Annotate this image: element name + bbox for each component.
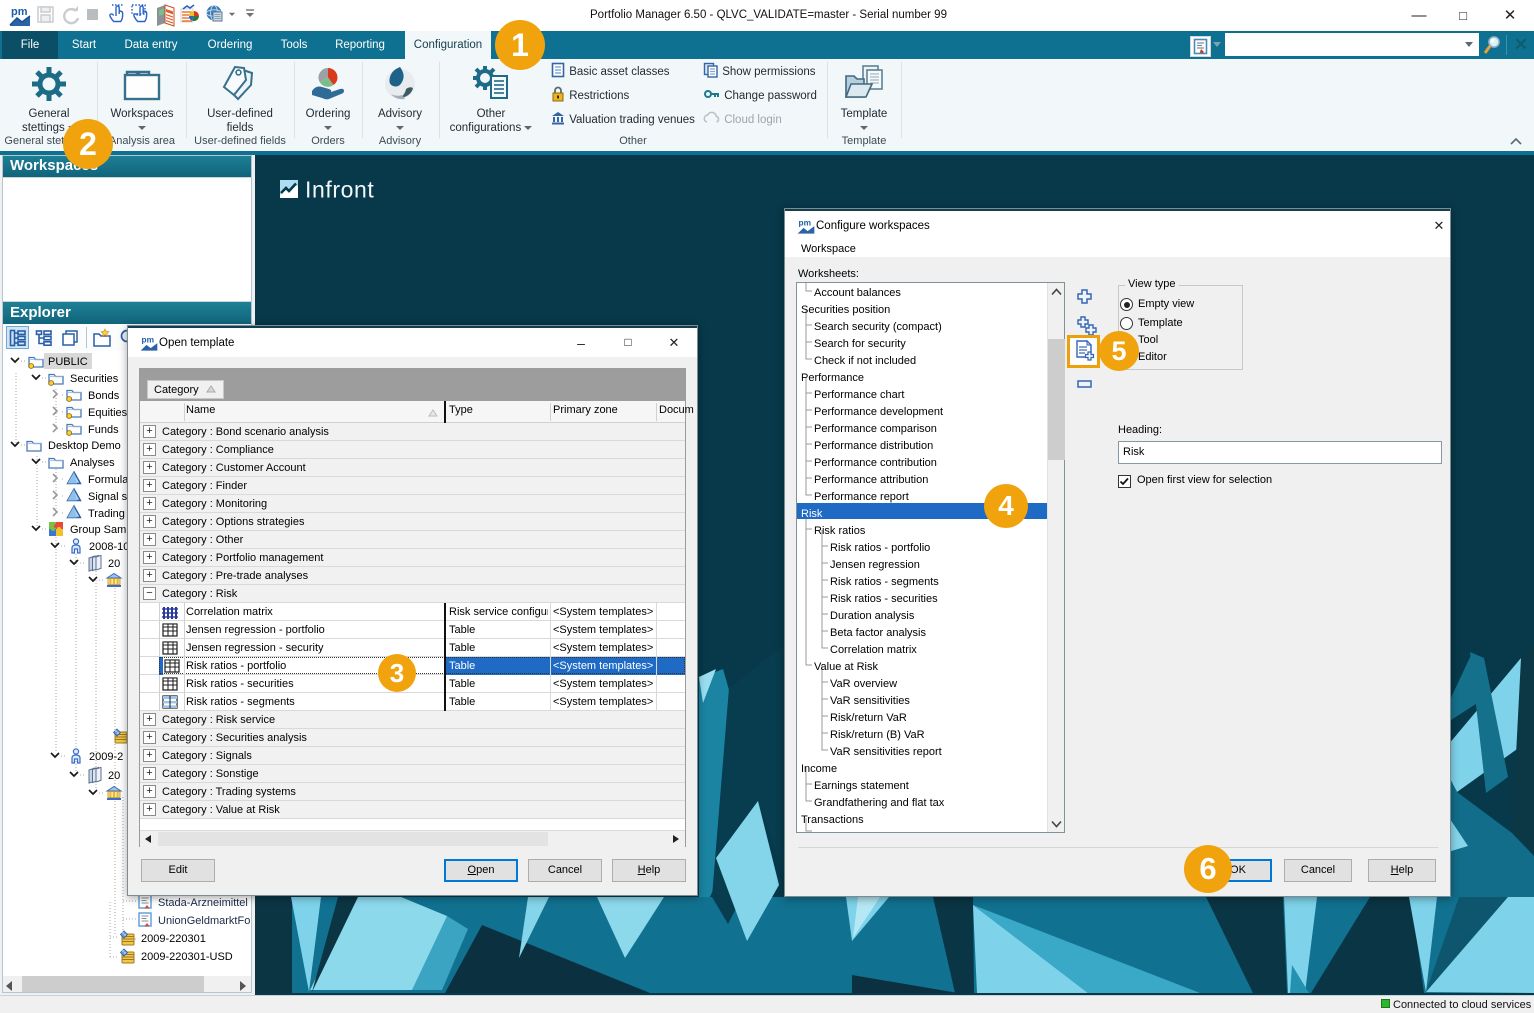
svg-text:Signal s: Signal s bbox=[88, 491, 128, 503]
svg-text:Performance: Performance bbox=[801, 372, 864, 384]
svg-text:Equities: Equities bbox=[88, 407, 128, 419]
svg-text:Beta factor analysis: Beta factor analysis bbox=[830, 627, 926, 639]
svg-text:Risk ratios - portfolio: Risk ratios - portfolio bbox=[830, 542, 930, 554]
svg-text:pm: pm bbox=[799, 217, 812, 227]
svg-text:Check if not included: Check if not included bbox=[814, 355, 916, 367]
svg-text:Trading: Trading bbox=[88, 508, 125, 520]
svg-text:Duration analysis: Duration analysis bbox=[830, 610, 915, 622]
svg-text:Search security (compact): Search security (compact) bbox=[814, 321, 942, 333]
svg-text:Performance distribution: Performance distribution bbox=[814, 440, 933, 452]
svg-text:Stada-Arzneimittel: Stada-Arzneimittel bbox=[158, 897, 248, 909]
svg-text:Jensen regression: Jensen regression bbox=[830, 559, 920, 571]
svg-text:Performance attribution: Performance attribution bbox=[814, 474, 928, 486]
svg-text:Analyses: Analyses bbox=[70, 457, 115, 469]
svg-text:Risk ratios - securities: Risk ratios - securities bbox=[830, 593, 938, 605]
svg-text:Risk: Risk bbox=[801, 508, 823, 520]
svg-text:Performance comparison: Performance comparison bbox=[814, 423, 937, 435]
svg-text:PUBLIC: PUBLIC bbox=[48, 356, 88, 368]
svg-text:Performance chart: Performance chart bbox=[814, 389, 904, 401]
svg-text:Securities position: Securities position bbox=[801, 304, 890, 316]
svg-text:Performance report: Performance report bbox=[814, 491, 909, 503]
svg-text:Record: Record bbox=[814, 831, 849, 832]
svg-text:Infront: Infront bbox=[305, 177, 374, 203]
svg-text:UnionGeldmarktFond: UnionGeldmarktFond bbox=[158, 915, 252, 927]
svg-text:Transactions: Transactions bbox=[801, 814, 864, 826]
svg-text:Correlation matrix: Correlation matrix bbox=[830, 644, 917, 656]
svg-text:VaR sensitivities report: VaR sensitivities report bbox=[830, 746, 942, 758]
svg-text:2008-10: 2008-10 bbox=[89, 541, 129, 553]
svg-text:20: 20 bbox=[108, 558, 120, 570]
svg-text:Risk/return VaR: Risk/return VaR bbox=[830, 712, 907, 724]
svg-text:Risk ratios: Risk ratios bbox=[814, 525, 866, 537]
svg-text:Performance contribution: Performance contribution bbox=[814, 457, 937, 469]
svg-text:Value at Risk: Value at Risk bbox=[814, 661, 878, 673]
svg-text:VaR sensitivities: VaR sensitivities bbox=[830, 695, 910, 707]
svg-text:Account balances: Account balances bbox=[814, 287, 901, 299]
svg-text:pm: pm bbox=[142, 334, 155, 344]
svg-text:2009-2: 2009-2 bbox=[89, 751, 123, 763]
svg-text:pm: pm bbox=[11, 6, 28, 18]
svg-text:Search for security: Search for security bbox=[814, 338, 906, 350]
svg-text:Bonds: Bonds bbox=[88, 390, 120, 402]
svg-text:Risk/return (B) VaR: Risk/return (B) VaR bbox=[830, 729, 925, 741]
svg-text:Risk ratios - segments: Risk ratios - segments bbox=[830, 576, 939, 588]
svg-text:Securities: Securities bbox=[70, 373, 119, 385]
svg-text:Funds: Funds bbox=[88, 424, 119, 436]
svg-text:Performance development: Performance development bbox=[814, 406, 943, 418]
svg-text:Income: Income bbox=[801, 763, 837, 775]
svg-text:20: 20 bbox=[108, 770, 120, 782]
svg-text:Earnings statement: Earnings statement bbox=[814, 780, 909, 792]
svg-text:Grandfathering and flat tax: Grandfathering and flat tax bbox=[814, 797, 945, 809]
svg-text:VaR overview: VaR overview bbox=[830, 678, 897, 690]
svg-text:2009-220301-USD: 2009-220301-USD bbox=[141, 951, 233, 963]
svg-text:2009-220301: 2009-220301 bbox=[141, 933, 206, 945]
svg-text:Desktop Demo: Desktop Demo bbox=[48, 440, 121, 452]
